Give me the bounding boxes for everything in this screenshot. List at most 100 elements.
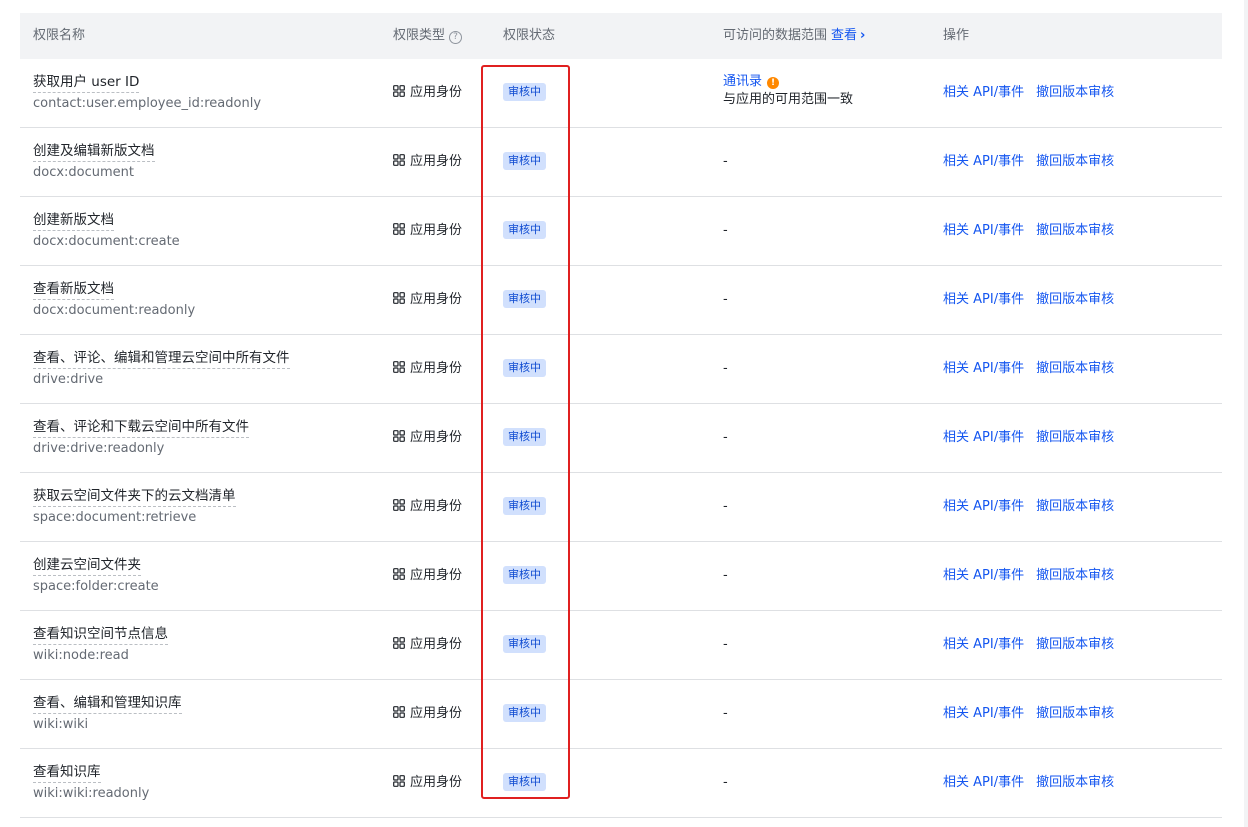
data-range-cell: - xyxy=(723,223,728,238)
status-badge: 审核中 xyxy=(503,290,546,308)
header-data-range: 可访问的数据范围 查看 › xyxy=(723,13,865,59)
warning-icon[interactable]: ! xyxy=(767,77,780,89)
permission-title[interactable]: 查看、评论、编辑和管理云空间中所有文件 xyxy=(33,349,290,369)
status-badge: 审核中 xyxy=(503,152,546,170)
permission-type-label: 应用身份 xyxy=(410,223,463,238)
withdraw-review-link[interactable]: 撤回版本审核 xyxy=(1036,85,1114,100)
permission-title[interactable]: 创建新版文档 xyxy=(33,211,114,231)
scrollbar-track[interactable] xyxy=(1244,0,1248,827)
status-badge: 审核中 xyxy=(503,773,546,791)
related-api-events-link[interactable]: 相关 API/事件 xyxy=(943,775,1024,790)
permission-title[interactable]: 查看知识库 xyxy=(33,763,101,783)
table-row: 查看知识空间节点信息 wiki:node:read 应用身份 审核中 - 相关 … xyxy=(20,611,1222,680)
permission-name-cell: 获取云空间文件夹下的云文档清单 space:document:retrieve xyxy=(33,487,236,527)
app-grid-icon xyxy=(393,430,405,442)
chevron-right-icon[interactable]: › xyxy=(860,28,865,43)
permission-name-cell: 创建云空间文件夹 space:folder:create xyxy=(33,556,159,596)
withdraw-review-link[interactable]: 撤回版本审核 xyxy=(1036,499,1114,514)
permission-title[interactable]: 查看、编辑和管理知识库 xyxy=(33,694,182,714)
permission-key: space:document:retrieve xyxy=(33,510,197,525)
permission-type-label: 应用身份 xyxy=(410,706,463,721)
header-permission-status: 权限状态 xyxy=(503,28,556,43)
permission-type-cell: 应用身份 xyxy=(393,429,462,447)
permission-key: wiki:wiki:readonly xyxy=(33,786,150,801)
permission-key: space:folder:create xyxy=(33,579,159,594)
withdraw-review-link[interactable]: 撤回版本审核 xyxy=(1036,223,1114,238)
related-api-events-link[interactable]: 相关 API/事件 xyxy=(943,223,1024,238)
data-range-cell: - xyxy=(723,499,728,514)
app-grid-icon xyxy=(393,568,405,580)
related-api-events-link[interactable]: 相关 API/事件 xyxy=(943,361,1024,376)
operations-cell: 相关 API/事件 撤回版本审核 xyxy=(943,636,1114,654)
app-grid-icon xyxy=(393,775,405,787)
permission-key: docx:document:create xyxy=(33,234,180,249)
permission-name-cell: 查看、评论、编辑和管理云空间中所有文件 drive:drive xyxy=(33,349,290,389)
status-badge: 审核中 xyxy=(503,83,546,101)
permission-status-cell: 审核中 xyxy=(503,773,546,791)
permission-title[interactable]: 创建云空间文件夹 xyxy=(33,556,141,576)
permission-type-label: 应用身份 xyxy=(410,775,463,790)
permission-name-cell: 查看、评论和下载云空间中所有文件 drive:drive:readonly xyxy=(33,418,249,458)
permission-type-cell: 应用身份 xyxy=(393,498,462,516)
permission-title[interactable]: 查看、评论和下载云空间中所有文件 xyxy=(33,418,249,438)
related-api-events-link[interactable]: 相关 API/事件 xyxy=(943,706,1024,721)
table-row: 获取云空间文件夹下的云文档清单 space:document:retrieve … xyxy=(20,473,1222,542)
table-row: 查看新版文档 docx:document:readonly 应用身份 审核中 -… xyxy=(20,266,1222,335)
withdraw-review-link[interactable]: 撤回版本审核 xyxy=(1036,568,1114,583)
related-api-events-link[interactable]: 相关 API/事件 xyxy=(943,568,1024,583)
data-range-cell: - xyxy=(723,361,728,376)
related-api-events-link[interactable]: 相关 API/事件 xyxy=(943,499,1024,514)
permission-type-label: 应用身份 xyxy=(410,361,463,376)
withdraw-review-link[interactable]: 撤回版本审核 xyxy=(1036,292,1114,307)
permission-type-label: 应用身份 xyxy=(410,568,463,583)
permission-title[interactable]: 获取用户 user ID xyxy=(33,73,140,93)
permission-status-cell: 审核中 xyxy=(503,497,546,515)
permission-title[interactable]: 创建及编辑新版文档 xyxy=(33,142,155,162)
table-row: 查看、编辑和管理知识库 wiki:wiki 应用身份 审核中 - 相关 API/… xyxy=(20,680,1222,749)
related-api-events-link[interactable]: 相关 API/事件 xyxy=(943,430,1024,445)
header-data-range-label: 可访问的数据范围 xyxy=(723,28,828,43)
permission-status-cell: 审核中 xyxy=(503,221,546,239)
withdraw-review-link[interactable]: 撤回版本审核 xyxy=(1036,154,1114,169)
permission-key: drive:drive xyxy=(33,372,104,387)
permission-status-cell: 审核中 xyxy=(503,704,546,722)
permission-title[interactable]: 获取云空间文件夹下的云文档清单 xyxy=(33,487,236,507)
table-body: 获取用户 user ID contact:user.employee_id:re… xyxy=(20,59,1222,818)
withdraw-review-link[interactable]: 撤回版本审核 xyxy=(1036,637,1114,652)
permission-name-cell: 创建新版文档 docx:document:create xyxy=(33,211,180,251)
permission-status-cell: 审核中 xyxy=(503,359,546,377)
question-circle-icon[interactable]: ? xyxy=(449,31,463,44)
operations-cell: 相关 API/事件 撤回版本审核 xyxy=(943,774,1114,792)
related-api-events-link[interactable]: 相关 API/事件 xyxy=(943,154,1024,169)
status-badge: 审核中 xyxy=(503,221,546,239)
permission-type-cell: 应用身份 xyxy=(393,291,462,309)
related-api-events-link[interactable]: 相关 API/事件 xyxy=(943,85,1024,100)
permission-type-label: 应用身份 xyxy=(410,430,463,445)
permission-key: docx:document:readonly xyxy=(33,303,196,318)
withdraw-review-link[interactable]: 撤回版本审核 xyxy=(1036,361,1114,376)
status-badge: 审核中 xyxy=(503,635,546,653)
withdraw-review-link[interactable]: 撤回版本审核 xyxy=(1036,430,1114,445)
related-api-events-link[interactable]: 相关 API/事件 xyxy=(943,637,1024,652)
data-range-cell: - xyxy=(723,430,728,445)
table-row: 查看、评论和下载云空间中所有文件 drive:drive:readonly 应用… xyxy=(20,404,1222,473)
permission-key: contact:user.employee_id:readonly xyxy=(33,96,262,111)
related-api-events-link[interactable]: 相关 API/事件 xyxy=(943,292,1024,307)
permission-status-cell: 审核中 xyxy=(503,566,546,584)
permission-title[interactable]: 查看知识空间节点信息 xyxy=(33,625,168,645)
contacts-link[interactable]: 通讯录 xyxy=(723,74,762,89)
header-permission-type-label: 权限类型 xyxy=(393,28,446,43)
operations-cell: 相关 API/事件 撤回版本审核 xyxy=(943,291,1114,309)
app-grid-icon xyxy=(393,292,405,304)
withdraw-review-link[interactable]: 撤回版本审核 xyxy=(1036,775,1114,790)
permission-status-cell: 审核中 xyxy=(503,428,546,446)
permission-title[interactable]: 查看新版文档 xyxy=(33,280,114,300)
permission-type-cell: 应用身份 xyxy=(393,360,462,378)
permission-name-cell: 查看知识库 wiki:wiki:readonly xyxy=(33,763,149,803)
status-badge: 审核中 xyxy=(503,566,546,584)
permission-name-cell: 创建及编辑新版文档 docx:document xyxy=(33,142,155,182)
view-range-link[interactable]: 查看 xyxy=(831,28,857,43)
operations-cell: 相关 API/事件 撤回版本审核 xyxy=(943,705,1114,723)
withdraw-review-link[interactable]: 撤回版本审核 xyxy=(1036,706,1114,721)
header-operations: 操作 xyxy=(943,28,970,43)
